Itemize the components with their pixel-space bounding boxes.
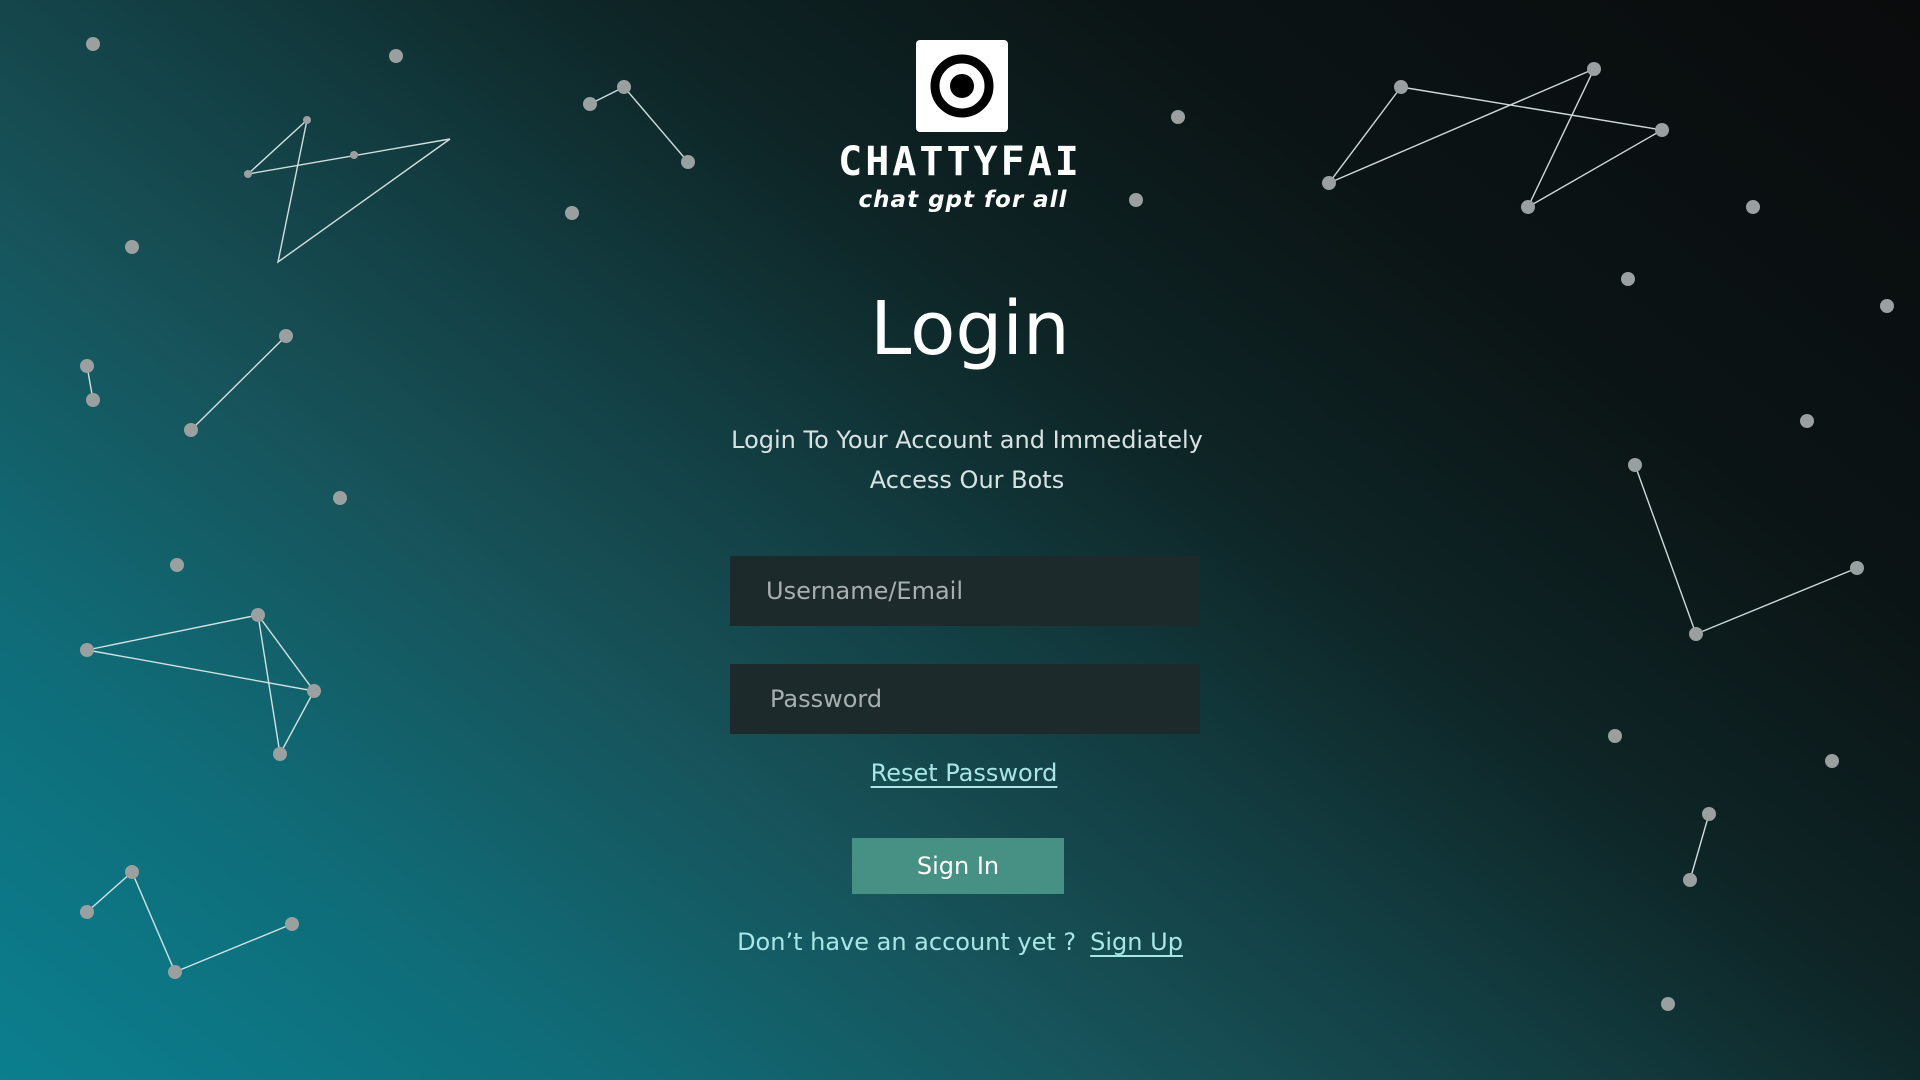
- login-page: CHATTYFAI chat gpt for all Login Login T…: [0, 0, 1920, 1080]
- sign-in-button[interactable]: Sign In: [852, 838, 1064, 894]
- logo: [916, 40, 1008, 132]
- sign-up-link[interactable]: Sign Up: [1090, 928, 1183, 956]
- page-title: Login: [870, 286, 1070, 372]
- signup-prompt: Don’t have an account yet ? Sign Up: [700, 924, 1220, 960]
- username-email-input[interactable]: [730, 556, 1200, 626]
- target-ring-icon: [930, 54, 994, 118]
- reset-password-row: Reset Password: [830, 756, 1098, 790]
- password-input[interactable]: [730, 664, 1200, 734]
- brand-name: CHATTYFAI: [838, 139, 1082, 185]
- no-account-text: Don’t have an account yet ?: [737, 928, 1077, 956]
- brand-tagline: chat gpt for all: [858, 187, 1068, 213]
- page-subtitle: Login To Your Account and Immediately Ac…: [731, 426, 1203, 494]
- reset-password-link[interactable]: Reset Password: [871, 759, 1058, 787]
